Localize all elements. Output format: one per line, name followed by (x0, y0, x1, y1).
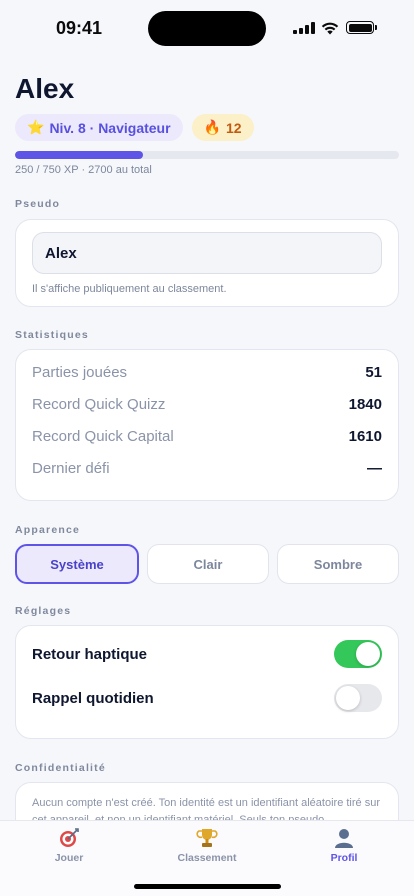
stat-label: Parties jouées (32, 363, 128, 381)
appearance-system-button[interactable]: Système (15, 544, 139, 584)
home-indicator (134, 884, 281, 889)
toggle-knob (356, 642, 380, 666)
haptic-toggle[interactable] (334, 640, 382, 668)
profile-content: Alex ⭐ Niv. 8 · Navigateur 🔥 12 250 / 75… (15, 72, 399, 852)
haptic-label: Retour haptique (32, 645, 147, 663)
dynamic-island (148, 11, 266, 46)
stat-value: 51 (365, 363, 382, 381)
tab-play[interactable]: Jouer (19, 827, 119, 864)
level-badge: ⭐ Niv. 8 · Navigateur (15, 114, 183, 141)
stat-row: Record Quick Capital 1610 (32, 420, 382, 452)
reminder-setting-row: Rappel quotidien (32, 676, 382, 720)
stats-card: Parties jouées 51 Record Quick Quizz 184… (15, 349, 399, 501)
pseudo-section-title: Pseudo (15, 198, 61, 210)
wifi-icon (321, 22, 339, 35)
stat-label: Record Quick Capital (32, 427, 174, 445)
appearance-dark-button[interactable]: Sombre (277, 544, 399, 584)
cellular-signal-icon (293, 22, 315, 34)
profile-name: Alex (15, 73, 75, 104)
stat-value: — (367, 459, 382, 477)
stat-value: 1610 (348, 427, 382, 445)
reminder-label: Rappel quotidien (32, 689, 154, 707)
xp-progress-bar (15, 151, 399, 159)
star-icon: ⭐ (27, 119, 45, 135)
stats-section-title: Statistiques (15, 329, 89, 341)
fire-icon: 🔥 (203, 119, 221, 135)
tab-profile-label: Profil (330, 852, 358, 864)
appearance-selector: Système Clair Sombre (15, 544, 399, 584)
status-bar: 09:41 (0, 0, 414, 56)
settings-card: Retour haptique Rappel quotidien (15, 625, 399, 739)
xp-text: 250 / 750 XP · 2700 au total (15, 164, 152, 176)
person-icon (335, 829, 353, 848)
appearance-light-button[interactable]: Clair (147, 544, 269, 584)
stat-label: Record Quick Quizz (32, 395, 166, 413)
tab-leaderboard[interactable]: Classement (157, 827, 257, 864)
status-time: 09:41 (56, 18, 103, 38)
stat-row: Parties jouées 51 (32, 356, 382, 388)
level-badge-label: Niv. 8 · Navigateur (49, 119, 171, 136)
trophy-icon (196, 829, 218, 847)
target-icon (60, 828, 79, 847)
pseudo-card: Il s'affiche publiquement au classement. (15, 219, 399, 307)
stat-label: Dernier défi (32, 459, 110, 477)
appearance-section-title: Apparence (15, 524, 81, 536)
stat-value: 1840 (348, 395, 382, 413)
stat-row: Record Quick Quizz 1840 (32, 388, 382, 420)
xp-progress-fill (15, 151, 143, 159)
reminder-toggle[interactable] (334, 684, 382, 712)
tab-leaderboard-label: Classement (177, 852, 237, 864)
pseudo-input[interactable] (32, 232, 382, 274)
stat-row: Dernier défi — (32, 452, 382, 484)
pseudo-help-text: Il s'affiche publiquement au classement. (32, 283, 227, 295)
haptic-setting-row: Retour haptique (32, 632, 382, 676)
tab-play-label: Jouer (54, 852, 84, 864)
profile-badges: ⭐ Niv. 8 · Navigateur 🔥 12 (15, 114, 399, 141)
streak-count: 12 (226, 119, 242, 136)
tab-profile[interactable]: Profil (294, 827, 394, 864)
privacy-section-title: Confidentialité (15, 762, 106, 774)
battery-icon (346, 21, 377, 34)
toggle-knob (336, 686, 360, 710)
settings-section-title: Réglages (15, 605, 72, 617)
streak-badge: 🔥 12 (191, 114, 254, 141)
